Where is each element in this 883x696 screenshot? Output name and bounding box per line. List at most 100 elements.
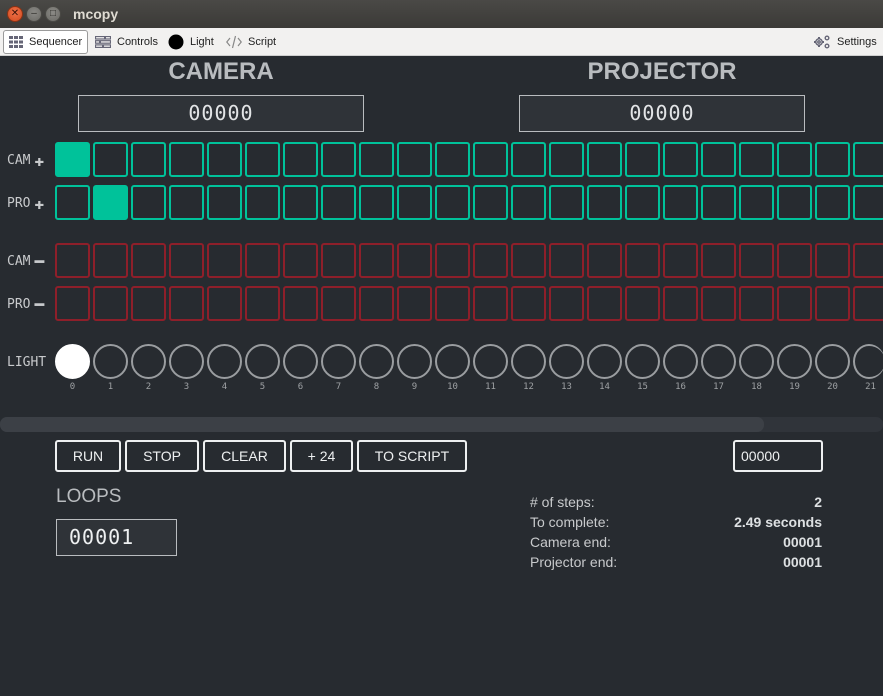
pro-backward-step[interactable] xyxy=(853,286,883,321)
cam-backward-step[interactable] xyxy=(701,243,736,278)
cam-forward-step[interactable] xyxy=(739,142,774,177)
light-step[interactable] xyxy=(587,344,622,379)
cam-backward-step[interactable] xyxy=(93,243,128,278)
clear-button[interactable]: CLEAR xyxy=(203,440,286,472)
frame-jump-input[interactable]: 00000 xyxy=(733,440,823,472)
pro-backward-step[interactable] xyxy=(207,286,242,321)
pro-backward-step[interactable] xyxy=(131,286,166,321)
cam-backward-step[interactable] xyxy=(549,243,584,278)
pro-backward-step[interactable] xyxy=(511,286,546,321)
cam-forward-step[interactable] xyxy=(131,142,166,177)
pro-forward-step[interactable] xyxy=(131,185,166,220)
cam-backward-step[interactable] xyxy=(397,243,432,278)
pro-backward-step[interactable] xyxy=(587,286,622,321)
cam-forward-step[interactable] xyxy=(777,142,812,177)
light-step[interactable] xyxy=(131,344,166,379)
to-script-button[interactable]: TO SCRIPT xyxy=(357,440,467,472)
pro-forward-step[interactable] xyxy=(815,185,850,220)
pro-forward-step[interactable] xyxy=(701,185,736,220)
cam-forward-step[interactable] xyxy=(701,142,736,177)
pro-forward-step[interactable] xyxy=(245,185,280,220)
cam-backward-step[interactable] xyxy=(777,243,812,278)
cam-backward-step[interactable] xyxy=(245,243,280,278)
pro-backward-step[interactable] xyxy=(397,286,432,321)
pro-forward-step[interactable] xyxy=(359,185,394,220)
pro-forward-step[interactable] xyxy=(283,185,318,220)
cam-forward-step[interactable] xyxy=(549,142,584,177)
pro-forward-step[interactable] xyxy=(853,185,883,220)
cam-forward-step[interactable] xyxy=(169,142,204,177)
pro-forward-step[interactable] xyxy=(739,185,774,220)
light-step[interactable] xyxy=(663,344,698,379)
pro-forward-step[interactable] xyxy=(207,185,242,220)
light-step[interactable] xyxy=(815,344,850,379)
minimize-window-button[interactable]: – xyxy=(26,6,42,22)
pro-forward-step[interactable] xyxy=(321,185,356,220)
cam-forward-step[interactable] xyxy=(245,142,280,177)
pro-forward-step[interactable] xyxy=(663,185,698,220)
pro-forward-step[interactable] xyxy=(93,185,128,220)
pro-forward-step[interactable] xyxy=(587,185,622,220)
run-button[interactable]: RUN xyxy=(55,440,121,472)
light-step[interactable] xyxy=(359,344,394,379)
loops-input[interactable]: 00001 xyxy=(56,519,177,556)
pro-backward-step[interactable] xyxy=(815,286,850,321)
light-step[interactable] xyxy=(625,344,660,379)
cam-forward-step[interactable] xyxy=(359,142,394,177)
pro-backward-step[interactable] xyxy=(549,286,584,321)
cam-forward-step[interactable] xyxy=(853,142,883,177)
cam-forward-step[interactable] xyxy=(663,142,698,177)
cam-backward-step[interactable] xyxy=(55,243,90,278)
cam-forward-step[interactable] xyxy=(321,142,356,177)
cam-backward-step[interactable] xyxy=(587,243,622,278)
cam-forward-step[interactable] xyxy=(473,142,508,177)
cam-backward-step[interactable] xyxy=(625,243,660,278)
pro-forward-step[interactable] xyxy=(169,185,204,220)
cam-forward-step[interactable] xyxy=(625,142,660,177)
pro-backward-step[interactable] xyxy=(435,286,470,321)
cam-forward-step[interactable] xyxy=(587,142,622,177)
cam-forward-step[interactable] xyxy=(397,142,432,177)
cam-backward-step[interactable] xyxy=(359,243,394,278)
light-step[interactable] xyxy=(511,344,546,379)
pro-backward-step[interactable] xyxy=(321,286,356,321)
light-step[interactable] xyxy=(321,344,356,379)
light-step[interactable] xyxy=(169,344,204,379)
tab-script[interactable]: Script xyxy=(220,30,282,54)
cam-forward-step[interactable] xyxy=(93,142,128,177)
light-step[interactable] xyxy=(207,344,242,379)
pro-forward-step[interactable] xyxy=(435,185,470,220)
light-step[interactable] xyxy=(55,344,90,379)
pro-backward-step[interactable] xyxy=(739,286,774,321)
cam-forward-step[interactable] xyxy=(435,142,470,177)
pro-backward-step[interactable] xyxy=(55,286,90,321)
cam-backward-step[interactable] xyxy=(435,243,470,278)
light-step[interactable] xyxy=(853,344,883,379)
cam-forward-step[interactable] xyxy=(207,142,242,177)
cam-backward-step[interactable] xyxy=(169,243,204,278)
light-step[interactable] xyxy=(701,344,736,379)
pro-forward-step[interactable] xyxy=(777,185,812,220)
cam-backward-step[interactable] xyxy=(321,243,356,278)
light-step[interactable] xyxy=(473,344,508,379)
projector-counter[interactable]: 00000 xyxy=(519,95,805,132)
light-step[interactable] xyxy=(397,344,432,379)
light-step[interactable] xyxy=(283,344,318,379)
add-24-button[interactable]: + 24 xyxy=(290,440,353,472)
pro-backward-step[interactable] xyxy=(701,286,736,321)
camera-counter[interactable]: 00000 xyxy=(78,95,364,132)
pro-backward-step[interactable] xyxy=(245,286,280,321)
stop-button[interactable]: STOP xyxy=(125,440,199,472)
cam-backward-step[interactable] xyxy=(131,243,166,278)
pro-backward-step[interactable] xyxy=(777,286,812,321)
pro-forward-step[interactable] xyxy=(511,185,546,220)
cam-forward-step[interactable] xyxy=(283,142,318,177)
pro-backward-step[interactable] xyxy=(473,286,508,321)
cam-backward-step[interactable] xyxy=(853,243,883,278)
tab-sequencer[interactable]: Sequencer xyxy=(3,30,89,54)
cam-forward-step[interactable] xyxy=(511,142,546,177)
pro-forward-step[interactable] xyxy=(397,185,432,220)
pro-backward-step[interactable] xyxy=(93,286,128,321)
cam-backward-step[interactable] xyxy=(473,243,508,278)
pro-backward-step[interactable] xyxy=(663,286,698,321)
